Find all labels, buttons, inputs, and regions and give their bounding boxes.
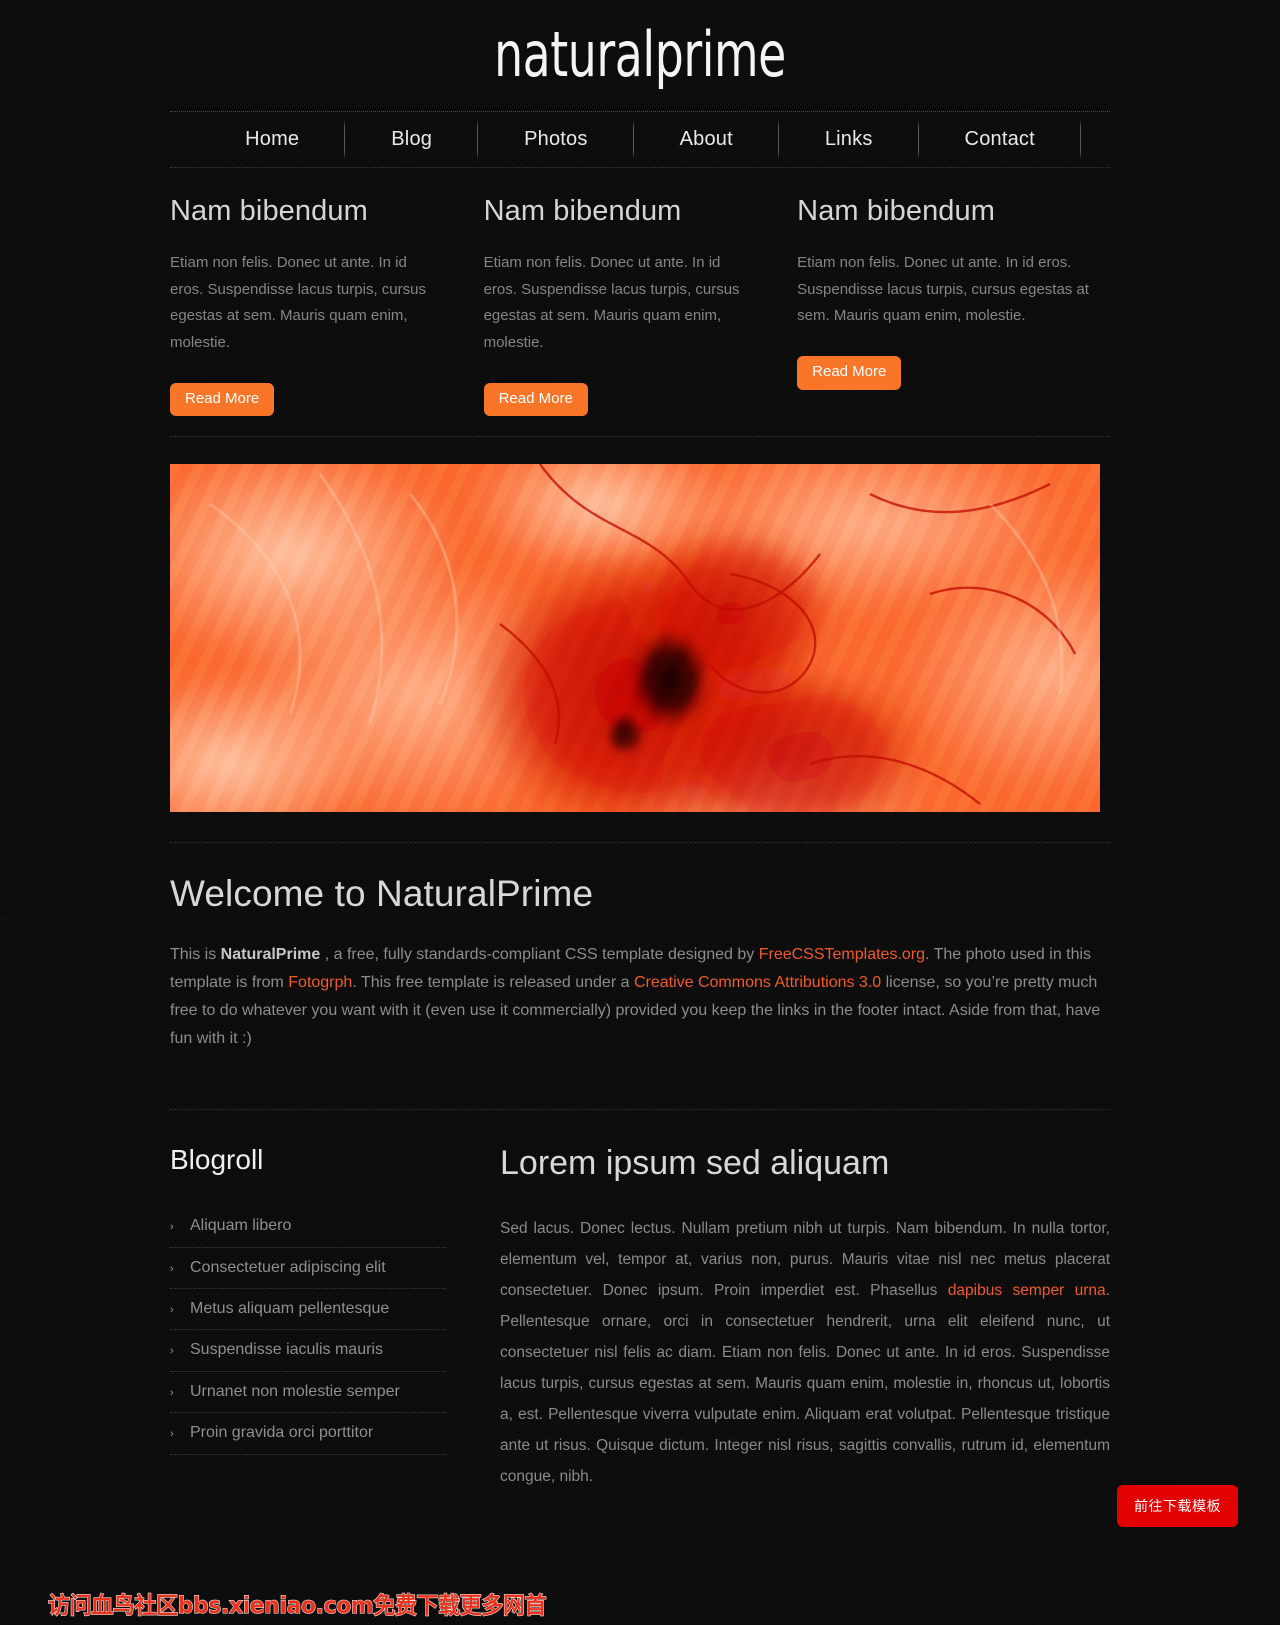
chevron-right-icon: › — [170, 1304, 174, 1317]
read-more-button[interactable]: Read More — [170, 382, 275, 417]
bottom-columns: Blogroll › Aliquam libero › Consectetuer a… — [170, 1110, 1110, 1492]
blogroll-list: › Aliquam libero › Consectetuer adipiscing… — [170, 1206, 446, 1455]
chevron-right-icon: › — [170, 1345, 174, 1358]
blogroll-title: Blogroll — [170, 1144, 264, 1176]
feature-text: Etiam non felis. Donec ut ante. In id er… — [483, 253, 740, 352]
blogroll-column: Blogroll › Aliquam libero › Consectetuer a… — [170, 1144, 500, 1492]
blogroll-link[interactable]: Consectetuer adipiscing elit — [190, 1257, 386, 1279]
article-title: Lorem ipsum sed aliquam — [500, 1144, 890, 1183]
nav-item-about[interactable]: About — [634, 120, 780, 160]
blogroll-link[interactable]: Urnanet non molestie semper — [190, 1381, 400, 1403]
freecsstemplates-link[interactable]: FreeCSSTemplates.org — [759, 946, 925, 963]
nav-item-home[interactable]: Home — [199, 120, 346, 160]
chevron-right-icon: › — [170, 1262, 174, 1275]
fotogrph-link[interactable]: Fotogrph — [288, 974, 352, 991]
welcome-text-part1: This is — [170, 946, 221, 964]
article-text: Sed lacus. Donec lectus. Nullam pretium … — [500, 1213, 1110, 1492]
list-item[interactable]: › Suspendisse iaculis mauris — [170, 1330, 446, 1372]
main-navigation: Home Blog Photos About Links Contact — [170, 111, 1110, 169]
article-text-part2: . Pellentesque ornare, orci in consectet… — [500, 1282, 1110, 1486]
creative-commons-link[interactable]: Creative Commons Attributions 3.0 — [634, 974, 881, 991]
feature-title: Nam bibendum — [170, 195, 368, 228]
welcome-title: Welcome to NaturalPrime — [170, 873, 594, 915]
feature-text: Etiam non felis. Donec ut ante. In id er… — [170, 253, 426, 352]
nav-item-blog[interactable]: Blog — [345, 120, 478, 160]
chevron-right-icon: › — [170, 1428, 174, 1441]
list-item[interactable]: › Aliquam libero — [170, 1206, 446, 1248]
feature-column: Nam bibendum Etiam non felis. Donec ut a… — [483, 195, 798, 417]
list-item[interactable]: › Metus aliquam pellentesque — [170, 1289, 446, 1331]
chevron-right-icon: › — [170, 1386, 174, 1399]
nav-item-photos[interactable]: Photos — [478, 120, 635, 160]
feature-column: Nam bibendum Etiam non felis. Donec ut a… — [170, 195, 484, 417]
nav-item-links[interactable]: Links — [779, 120, 919, 160]
feature-text: Etiam non felis. Donec ut ante. In id er… — [797, 253, 1089, 325]
list-item[interactable]: › Urnanet non molestie semper — [170, 1372, 446, 1414]
article-column: Lorem ipsum sed aliquam Sed lacus. Donec… — [500, 1144, 1110, 1492]
list-item[interactable]: › Proin gravida orci porttitor — [170, 1413, 446, 1455]
blogroll-link[interactable]: Proin gravida orci porttitor — [190, 1422, 373, 1444]
welcome-text-part4: . This free template is released under a — [352, 974, 634, 992]
site-header: naturalprime — [170, 0, 1110, 87]
welcome-brand: NaturalPrime — [220, 946, 321, 964]
feature-columns: Nam bibendum Etiam non felis. Donec ut a… — [170, 168, 1110, 438]
read-more-button[interactable]: Read More — [483, 382, 588, 417]
site-watermark: 访问血鸟社区bbs.xieniao.com免费下载更多网首 — [48, 1593, 548, 1620]
blogroll-link[interactable]: Metus aliquam pellentesque — [190, 1298, 389, 1320]
welcome-text: This is NaturalPrime , a free, fully sta… — [170, 941, 1110, 1053]
read-more-button[interactable]: Read More — [797, 356, 902, 390]
list-item[interactable]: › Consectetuer adipiscing elit — [170, 1248, 446, 1290]
download-template-button[interactable]: 前往下载模板 — [1117, 1485, 1238, 1527]
welcome-section: Welcome to NaturalPrime This is NaturalP… — [170, 843, 1110, 1083]
blogroll-link[interactable]: Suspendisse iaculis mauris — [190, 1339, 383, 1361]
blogroll-link[interactable]: Aliquam libero — [190, 1215, 291, 1237]
welcome-text-part2: , a free, fully standards-compliant CSS … — [320, 946, 759, 964]
nav-item-contact[interactable]: Contact — [919, 120, 1082, 160]
feature-column: Nam bibendum Etiam non felis. Donec ut a… — [797, 195, 1110, 416]
hero-image — [170, 464, 1100, 813]
site-logo: naturalprime — [494, 18, 786, 91]
feature-title: Nam bibendum — [483, 195, 682, 228]
dapibus-link[interactable]: dapibus semper urna — [948, 1282, 1106, 1299]
chevron-right-icon: › — [170, 1221, 174, 1234]
feature-title: Nam bibendum — [797, 195, 996, 228]
